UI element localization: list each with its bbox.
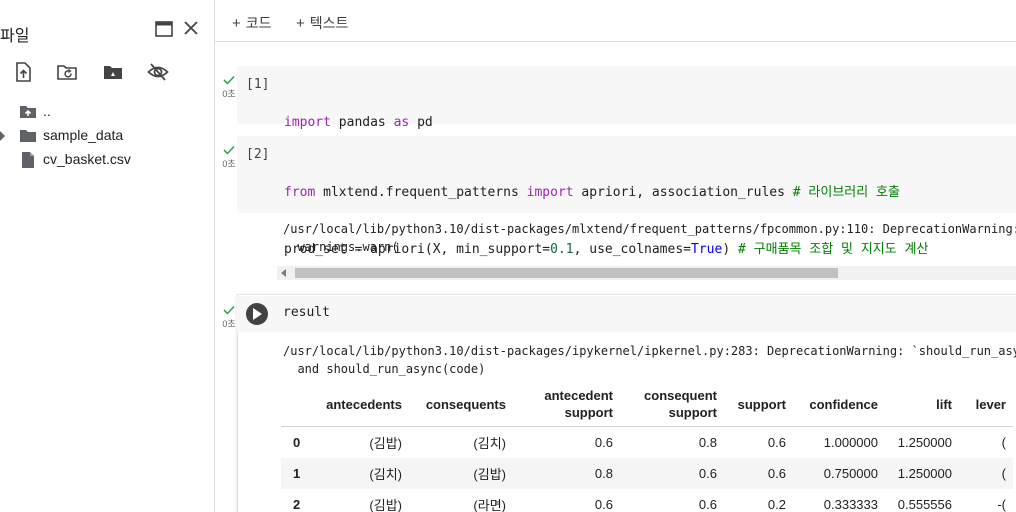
column-header: consequents: [409, 382, 513, 427]
plus-icon: +: [232, 15, 241, 32]
row-index: 1: [281, 458, 309, 489]
table-cell: (김밥): [369, 498, 402, 512]
file-icon: [22, 152, 34, 168]
refresh-folder-icon[interactable]: [56, 61, 78, 83]
table-cell: (김밥): [409, 458, 513, 489]
column-header: lever: [959, 382, 1013, 427]
warning-line: /usr/local/lib/python3.10/dist-packages/…: [283, 222, 1016, 236]
code-line: result: [283, 305, 330, 320]
cell-status: 0초: [219, 145, 239, 170]
tree-item-label: sample_data: [43, 127, 124, 143]
scrollbar-thumb[interactable]: [295, 268, 838, 278]
table-cell: 0.750000: [793, 458, 885, 489]
table-cell: (김치): [473, 436, 506, 451]
column-header: consequent support: [620, 382, 724, 427]
warning-line: warnings.warn(: [283, 240, 399, 254]
cell-status: 0초: [219, 75, 239, 100]
table-cell: 0.6: [594, 435, 613, 450]
cell-3-output: /usr/local/lib/python3.10/dist-packages/…: [283, 342, 1016, 378]
plus-icon: +: [296, 15, 305, 32]
hide-hidden-files-icon[interactable]: [147, 61, 169, 83]
sidebar-toolbar: [0, 61, 214, 85]
scroll-left-icon[interactable]: [281, 269, 286, 277]
notebook-main: +코드 +텍스트 0초 import pandas as pd X = pd.r…: [215, 0, 1016, 512]
table-row: 0 (김밥) (김치) 0.6 0.8 0.6 1.000000 1.250000 (: [281, 427, 1013, 459]
code-line: from mlxtend.frequent_patterns import ap…: [284, 185, 900, 200]
table-cell: (: [959, 458, 1013, 489]
check-icon: [223, 145, 235, 155]
column-header: confidence: [793, 382, 885, 427]
folder-icon: [20, 130, 36, 142]
exec-time: 0초: [222, 319, 236, 329]
table-cell: 0.8: [698, 435, 717, 450]
horizontal-scrollbar[interactable]: [277, 266, 1016, 280]
check-icon: [223, 75, 235, 85]
table-cell: (: [1001, 435, 1006, 450]
check-icon: [223, 305, 235, 315]
table-cell: (라면): [473, 498, 506, 512]
result-dataframe: antecedents consequents antecedent suppo…: [281, 382, 1013, 512]
table-cell: 0.2: [767, 497, 786, 512]
tree-item-parent[interactable]: ..: [0, 100, 214, 124]
table-row: 2 (김밥) (라면) 0.6 0.6 0.2 0.333333 0.555556 -(: [281, 489, 1013, 512]
tree-item-label: cv_basket.csv: [43, 151, 131, 167]
table-cell: 0.6: [767, 435, 786, 450]
warning-line: and should_run_async(code): [283, 362, 486, 376]
table-cell: 1.250000: [897, 435, 952, 450]
table-cell: 0.6: [724, 458, 793, 489]
table-cell: 0.6: [698, 497, 717, 512]
row-index: 2: [293, 497, 301, 512]
chevron-right-icon[interactable]: [0, 131, 6, 141]
exec-time: 0초: [222, 89, 236, 99]
column-header: antecedents: [309, 382, 409, 427]
tree-item-sample-data[interactable]: sample_data: [0, 124, 214, 148]
add-code-button[interactable]: + 코드: [232, 13, 272, 33]
play-icon: [253, 308, 262, 320]
table-row: 1 (김치) (김밥) 0.8 0.6 0.6 0.750000 1.250000(: [281, 458, 1013, 489]
table-cell: 1.250000: [885, 458, 959, 489]
table-cell: 0.6: [620, 458, 724, 489]
column-header: [281, 382, 309, 427]
code-line: import pandas as pd: [284, 115, 433, 130]
table-header-row: antecedents consequents antecedent suppo…: [281, 382, 1013, 427]
table-cell: 0.6: [594, 497, 613, 512]
table-cell: (김치): [309, 458, 409, 489]
table-cell: -(: [997, 497, 1006, 512]
table-cell: 0.555556: [897, 497, 952, 512]
tree-item-label: ..: [43, 103, 51, 119]
file-tree: .. sample_data cv_basket.csv: [0, 100, 214, 172]
code-cell-3[interactable]: [237, 296, 1016, 332]
add-text-label: 텍스트: [309, 15, 349, 31]
tree-item-cv-basket[interactable]: cv_basket.csv: [0, 148, 214, 172]
execution-count: [1]: [246, 77, 270, 92]
upload-file-icon[interactable]: [12, 61, 34, 83]
execution-count: [2]: [246, 147, 270, 162]
cell-status: 0초: [219, 305, 239, 330]
open-in-window-icon[interactable]: [155, 21, 173, 37]
column-header: lift: [885, 382, 959, 427]
run-cell-button[interactable]: [246, 303, 268, 325]
add-code-label: 코드: [245, 15, 272, 31]
warning-line: /usr/local/lib/python3.10/dist-packages/…: [283, 344, 1016, 358]
sidebar-title: 파일: [0, 28, 30, 45]
table-cell: 1.000000: [823, 435, 878, 450]
row-index: 0: [293, 435, 301, 450]
table-cell: 0.333333: [823, 497, 878, 512]
add-text-button[interactable]: + 텍스트: [296, 13, 348, 33]
file-sidebar: 파일 .. sample_data cv_basket.csv: [0, 0, 215, 512]
column-header: antecedent support: [513, 382, 620, 427]
close-icon[interactable]: [182, 19, 200, 37]
column-header: support: [724, 382, 793, 427]
exec-time: 0초: [222, 159, 236, 169]
folder-up-icon: [20, 106, 36, 118]
table-cell: 0.8: [513, 458, 620, 489]
table-cell: (김밥): [369, 436, 402, 451]
notebook-toolbar: + 코드 + 텍스트: [215, 0, 1016, 42]
mount-drive-icon[interactable]: [102, 61, 124, 83]
cell-2-output: /usr/local/lib/python3.10/dist-packages/…: [283, 220, 1016, 256]
code-cell-1[interactable]: import pandas as pd X = pd.read_csv('cv_…: [237, 66, 1016, 187]
code-cell-2[interactable]: from mlxtend.frequent_patterns import ap…: [237, 136, 1016, 314]
